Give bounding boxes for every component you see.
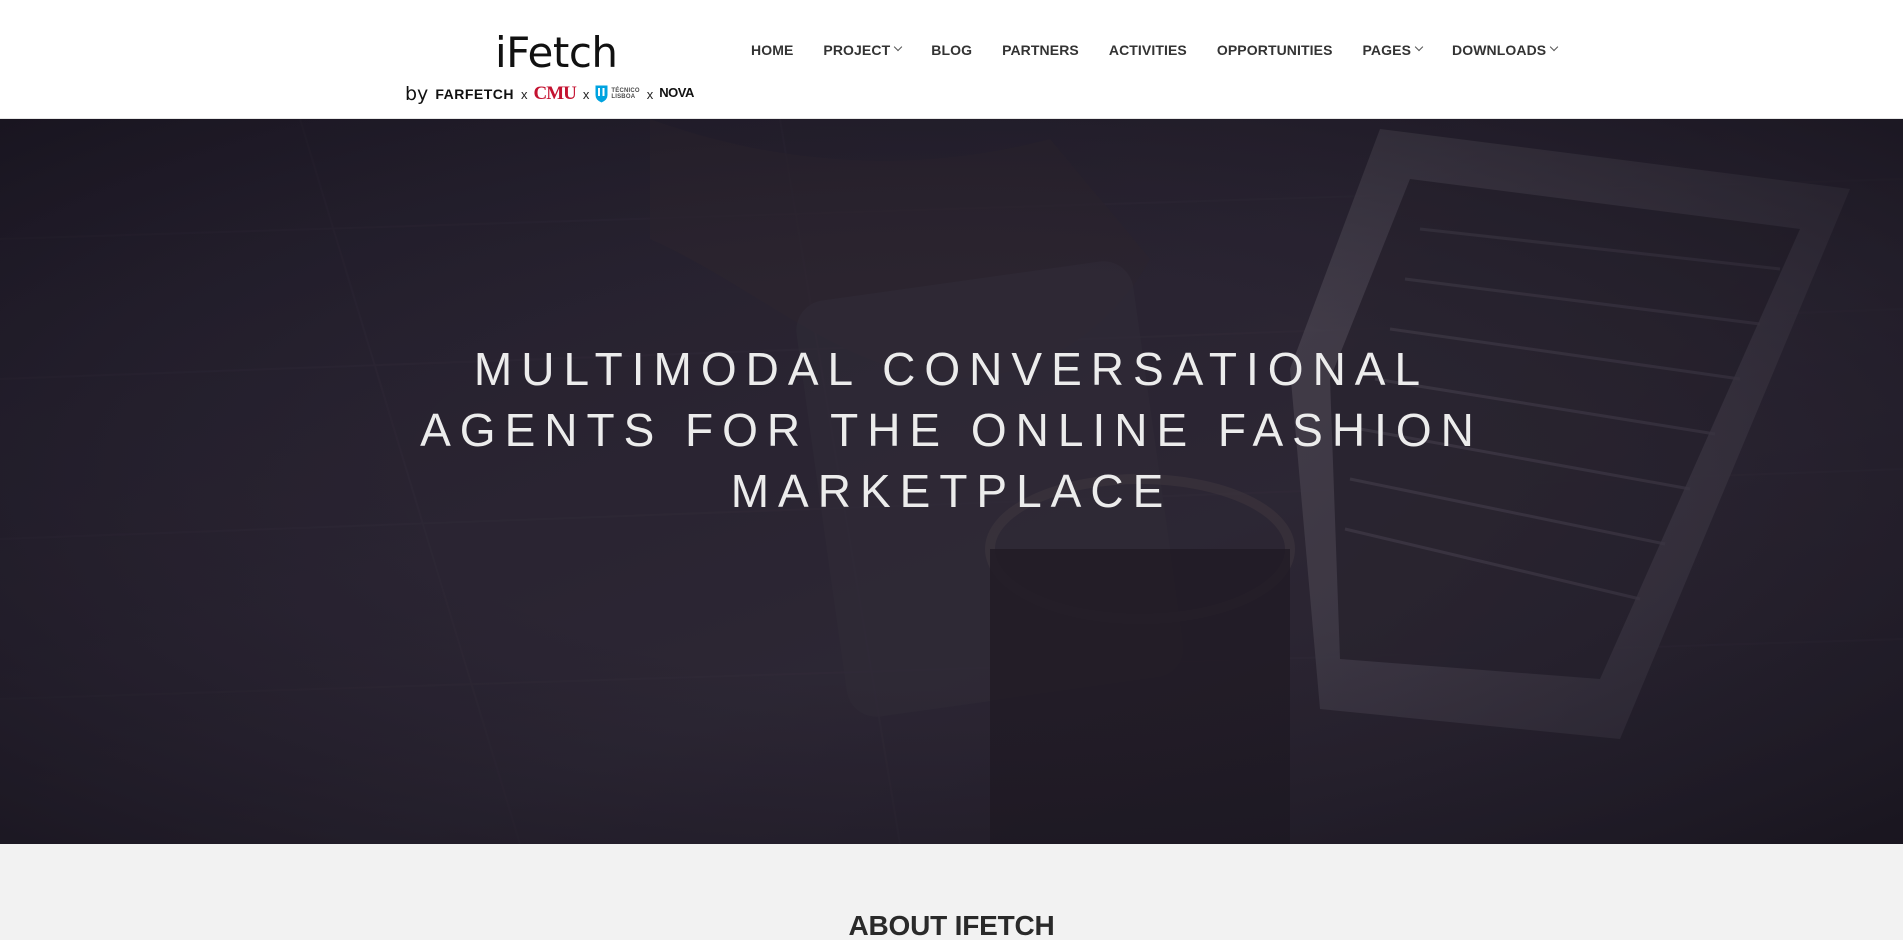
nav-opportunities-label: OPPORTUNITIES [1216, 42, 1333, 58]
hero-title: MULTIMODAL CONVERSATIONAL AGENTS FOR THE… [0, 339, 1903, 522]
nav-downloads-label: DOWNLOADS [1452, 42, 1547, 58]
chevron-down-icon [1414, 42, 1424, 52]
farfetch-logo: FARFETCH [435, 86, 514, 102]
hero-title-line: AGENTS FOR THE ONLINE FASHION [420, 404, 1483, 456]
nav-blog-label: BLOG [931, 42, 973, 58]
logo-separator: x [582, 86, 590, 102]
tecnico-shield-icon [595, 85, 608, 103]
hero-title-line: MARKETPLACE [730, 465, 1173, 517]
site-logo[interactable]: iFetch by FARFETCH x CMU x TÉCNICO LISBOA… [405, 28, 695, 108]
nav-blog[interactable]: BLOG [931, 42, 972, 58]
nav-project[interactable]: PROJECT [823, 42, 903, 58]
tecnico-logo: TÉCNICO LISBOA [595, 85, 640, 103]
about-title: ABOUT IFETCH [848, 910, 1055, 940]
nav-pages-label: PAGES [1362, 42, 1412, 58]
nav-opportunities[interactable]: OPPORTUNITIES [1217, 42, 1333, 58]
about-section: ABOUT IFETCH [0, 844, 1903, 940]
logo-title: iFetch [495, 28, 618, 77]
nav-project-label: PROJECT [823, 42, 891, 58]
hero-banner: MULTIMODAL CONVERSATIONAL AGENTS FOR THE… [0, 119, 1903, 844]
chevron-down-icon [893, 42, 903, 52]
chevron-down-icon [1550, 42, 1559, 52]
nova-logo: NOVA [659, 84, 694, 100]
nav-activities[interactable]: ACTIVITIES [1109, 42, 1187, 58]
logo-partners: by FARFETCH x CMU x TÉCNICO LISBOA x NOVA [405, 81, 694, 107]
logo-separator: x [646, 86, 654, 102]
nav-home-label: HOME [751, 42, 794, 58]
nav-pages[interactable]: PAGES [1362, 42, 1424, 58]
hero-title-line: MULTIMODAL CONVERSATIONAL [473, 343, 1430, 395]
nav-activities-label: ACTIVITIES [1108, 42, 1187, 58]
logo-separator: x [520, 86, 528, 102]
cmu-logo: CMU [533, 83, 576, 104]
site-header: iFetch by FARFETCH x CMU x TÉCNICO LISBOA… [0, 0, 1903, 119]
nav-partners[interactable]: PARTNERS [1002, 42, 1079, 58]
nav-partners-label: PARTNERS [1002, 42, 1079, 58]
nav-home[interactable]: HOME [751, 42, 793, 58]
main-nav: HOME PROJECT BLOG PARTNERS ACTIVITIES OP… [751, 39, 1559, 61]
nav-downloads[interactable]: DOWNLOADS [1452, 42, 1559, 58]
logo-by: by [405, 83, 429, 105]
